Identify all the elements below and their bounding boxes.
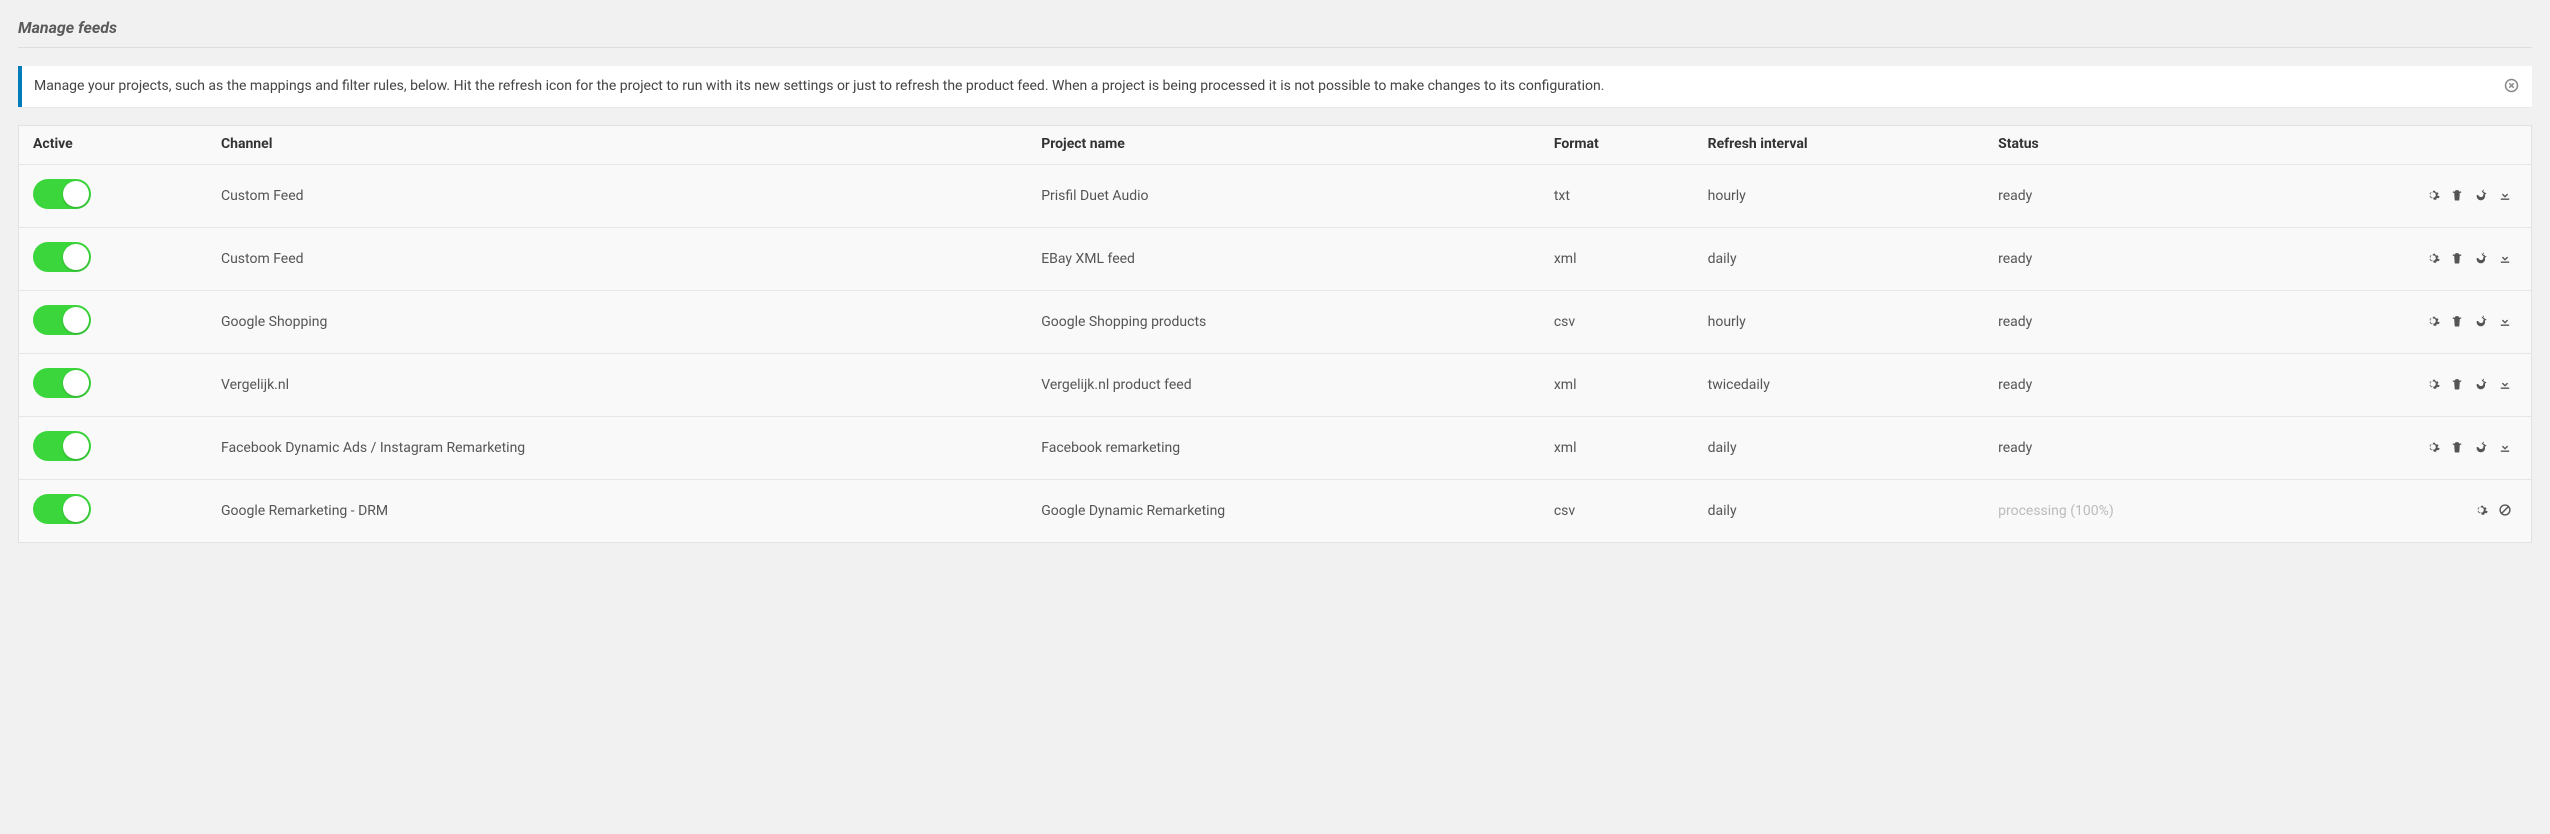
row-actions xyxy=(2425,376,2513,392)
table-row: Facebook Dynamic Ads / Instagram Remarke… xyxy=(19,417,2531,480)
cell-channel: Google Remarketing - DRM xyxy=(207,480,1027,543)
cell-format: xml xyxy=(1540,228,1694,291)
row-actions xyxy=(2473,502,2513,518)
header-active: Active xyxy=(19,126,207,165)
active-toggle[interactable] xyxy=(33,179,91,209)
cell-refresh: twicedaily xyxy=(1694,354,1985,417)
cell-project: Facebook remarketing xyxy=(1027,417,1540,480)
cell-status: ready xyxy=(1984,165,2326,228)
gear-icon[interactable] xyxy=(2425,250,2441,266)
section-title: Manage feeds xyxy=(18,12,2532,48)
download-icon[interactable] xyxy=(2497,250,2513,266)
row-actions xyxy=(2425,439,2513,455)
cell-project: EBay XML feed xyxy=(1027,228,1540,291)
table-header-row: Active Channel Project name Format Refre… xyxy=(19,126,2531,165)
cell-status: ready xyxy=(1984,417,2326,480)
table-row: Vergelijk.nlVergelijk.nl product feedxml… xyxy=(19,354,2531,417)
gear-icon[interactable] xyxy=(2425,376,2441,392)
cell-status: ready xyxy=(1984,354,2326,417)
cell-format: txt xyxy=(1540,165,1694,228)
gear-icon[interactable] xyxy=(2425,439,2441,455)
row-actions xyxy=(2425,313,2513,329)
active-toggle[interactable] xyxy=(33,494,91,524)
trash-icon[interactable] xyxy=(2449,376,2465,392)
gear-icon[interactable] xyxy=(2425,187,2441,203)
download-icon[interactable] xyxy=(2497,313,2513,329)
cell-refresh: daily xyxy=(1694,228,1985,291)
cell-refresh: daily xyxy=(1694,417,1985,480)
gear-icon[interactable] xyxy=(2473,502,2489,518)
trash-icon[interactable] xyxy=(2449,250,2465,266)
refresh-icon[interactable] xyxy=(2473,313,2489,329)
close-icon[interactable] xyxy=(2502,76,2520,94)
active-toggle[interactable] xyxy=(33,242,91,272)
active-toggle[interactable] xyxy=(33,368,91,398)
cell-channel: Facebook Dynamic Ads / Instagram Remarke… xyxy=(207,417,1027,480)
feeds-table: Active Channel Project name Format Refre… xyxy=(18,125,2532,543)
table-row: Custom FeedPrisfil Duet Audiotxthourlyre… xyxy=(19,165,2531,228)
table-row: Custom FeedEBay XML feedxmldailyready xyxy=(19,228,2531,291)
download-icon[interactable] xyxy=(2497,376,2513,392)
header-channel: Channel xyxy=(207,126,1027,165)
refresh-icon[interactable] xyxy=(2473,439,2489,455)
cell-project: Vergelijk.nl product feed xyxy=(1027,354,1540,417)
trash-icon[interactable] xyxy=(2449,439,2465,455)
info-notice: Manage your projects, such as the mappin… xyxy=(18,66,2532,107)
refresh-icon[interactable] xyxy=(2473,376,2489,392)
cell-refresh: daily xyxy=(1694,480,1985,543)
header-format: Format xyxy=(1540,126,1694,165)
header-refresh: Refresh interval xyxy=(1694,126,1985,165)
table-row: Google Remarketing - DRMGoogle Dynamic R… xyxy=(19,480,2531,543)
cell-format: csv xyxy=(1540,291,1694,354)
active-toggle[interactable] xyxy=(33,431,91,461)
cell-project: Prisfil Duet Audio xyxy=(1027,165,1540,228)
cell-channel: Vergelijk.nl xyxy=(207,354,1027,417)
row-actions xyxy=(2425,250,2513,266)
cell-channel: Custom Feed xyxy=(207,165,1027,228)
row-actions xyxy=(2425,187,2513,203)
active-toggle[interactable] xyxy=(33,305,91,335)
trash-icon[interactable] xyxy=(2449,313,2465,329)
header-actions xyxy=(2326,126,2531,165)
refresh-icon[interactable] xyxy=(2473,187,2489,203)
trash-icon[interactable] xyxy=(2449,187,2465,203)
cell-project: Google Shopping products xyxy=(1027,291,1540,354)
cell-refresh: hourly xyxy=(1694,291,1985,354)
cell-status: ready xyxy=(1984,291,2326,354)
cell-format: xml xyxy=(1540,354,1694,417)
refresh-icon[interactable] xyxy=(2473,250,2489,266)
table-row: Google ShoppingGoogle Shopping productsc… xyxy=(19,291,2531,354)
download-icon[interactable] xyxy=(2497,187,2513,203)
cell-refresh: hourly xyxy=(1694,165,1985,228)
download-icon[interactable] xyxy=(2497,439,2513,455)
cell-format: csv xyxy=(1540,480,1694,543)
header-project: Project name xyxy=(1027,126,1540,165)
cell-status: ready xyxy=(1984,228,2326,291)
cell-channel: Custom Feed xyxy=(207,228,1027,291)
cell-project: Google Dynamic Remarketing xyxy=(1027,480,1540,543)
cancel-icon[interactable] xyxy=(2497,502,2513,518)
cell-format: xml xyxy=(1540,417,1694,480)
cell-status: processing (100%) xyxy=(1984,480,2326,543)
notice-text: Manage your projects, such as the mappin… xyxy=(34,76,2490,97)
cell-channel: Google Shopping xyxy=(207,291,1027,354)
header-status: Status xyxy=(1984,126,2326,165)
gear-icon[interactable] xyxy=(2425,313,2441,329)
